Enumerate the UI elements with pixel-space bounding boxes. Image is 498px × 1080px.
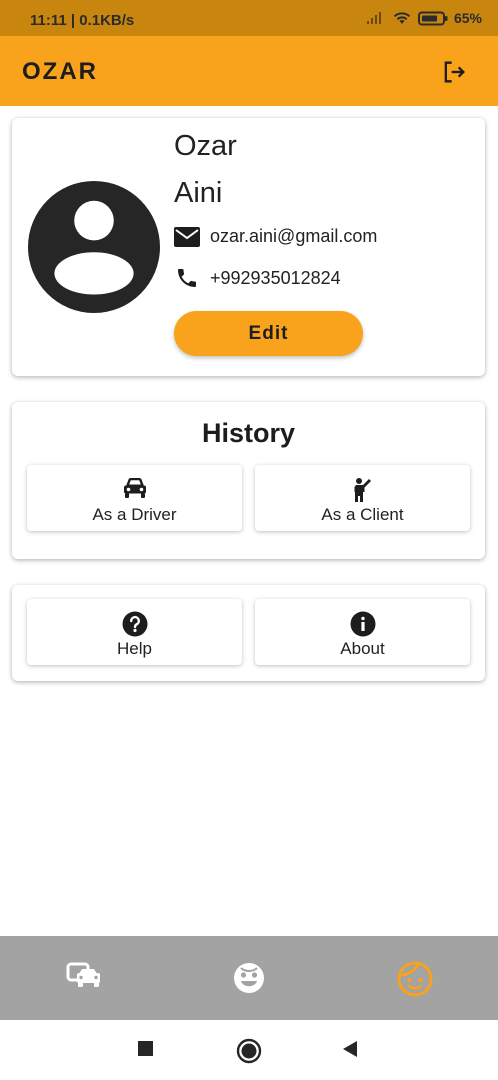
child-face-icon[interactable] [395, 958, 435, 998]
history-title: History [201, 418, 296, 448]
profile-phone-row: +992935012824 [174, 266, 341, 290]
history-driver-label: As a Driver [92, 505, 177, 524]
person-waving-icon [354, 478, 371, 502]
cars-icon[interactable] [65, 958, 105, 998]
mail-icon [174, 226, 200, 247]
history-driver-button[interactable]: As a Driver [27, 465, 242, 531]
info-icon [350, 611, 375, 637]
profile-email-row: ozar.aini@gmail.com [174, 226, 377, 247]
profile-last-name: Aini [174, 177, 223, 209]
phone-icon [178, 269, 196, 287]
face-icon[interactable] [229, 958, 269, 998]
app-title: OZAR [22, 58, 98, 85]
battery-percent: 65% [453, 10, 482, 26]
home-circle-icon[interactable] [236, 1038, 262, 1064]
help-label: Help [117, 639, 152, 658]
status-time-speed: 11:11 | 0.1KB/s [30, 12, 135, 29]
history-client-button[interactable]: As a Client [255, 465, 470, 531]
about-label: About [340, 639, 385, 658]
profile-card: Ozar Aini ozar.aini@gmail.com +992935012… [12, 118, 485, 376]
profile-first-name: Ozar [174, 130, 237, 162]
car-icon [123, 478, 146, 498]
profile-email: ozar.aini@gmail.com [210, 226, 378, 246]
system-nav-bar [0, 1020, 498, 1080]
battery-icon [417, 11, 448, 25]
recents-square-icon[interactable] [137, 1040, 155, 1058]
profile-phone: +992935012824 [210, 267, 341, 288]
history-client-label: As a Client [321, 505, 404, 524]
status-icons: 65% [366, 10, 482, 26]
bottom-nav [0, 936, 498, 1020]
signal-icon [366, 12, 381, 24]
history-card: History As a Driver As a Client [12, 402, 485, 559]
help-button[interactable]: Help [27, 599, 242, 665]
help-about-card: Help About [12, 585, 485, 681]
help-circle-icon [122, 611, 147, 637]
about-button[interactable]: About [255, 599, 470, 665]
wifi-icon [393, 12, 411, 24]
account-circle-icon [28, 181, 160, 313]
edit-button[interactable]: Edit [174, 311, 363, 356]
app-bar: OZAR [0, 36, 498, 106]
back-triangle-icon[interactable] [341, 1040, 359, 1058]
logout-icon[interactable] [440, 58, 468, 86]
status-bar: 11:11 | 0.1KB/s 65% [0, 0, 498, 36]
